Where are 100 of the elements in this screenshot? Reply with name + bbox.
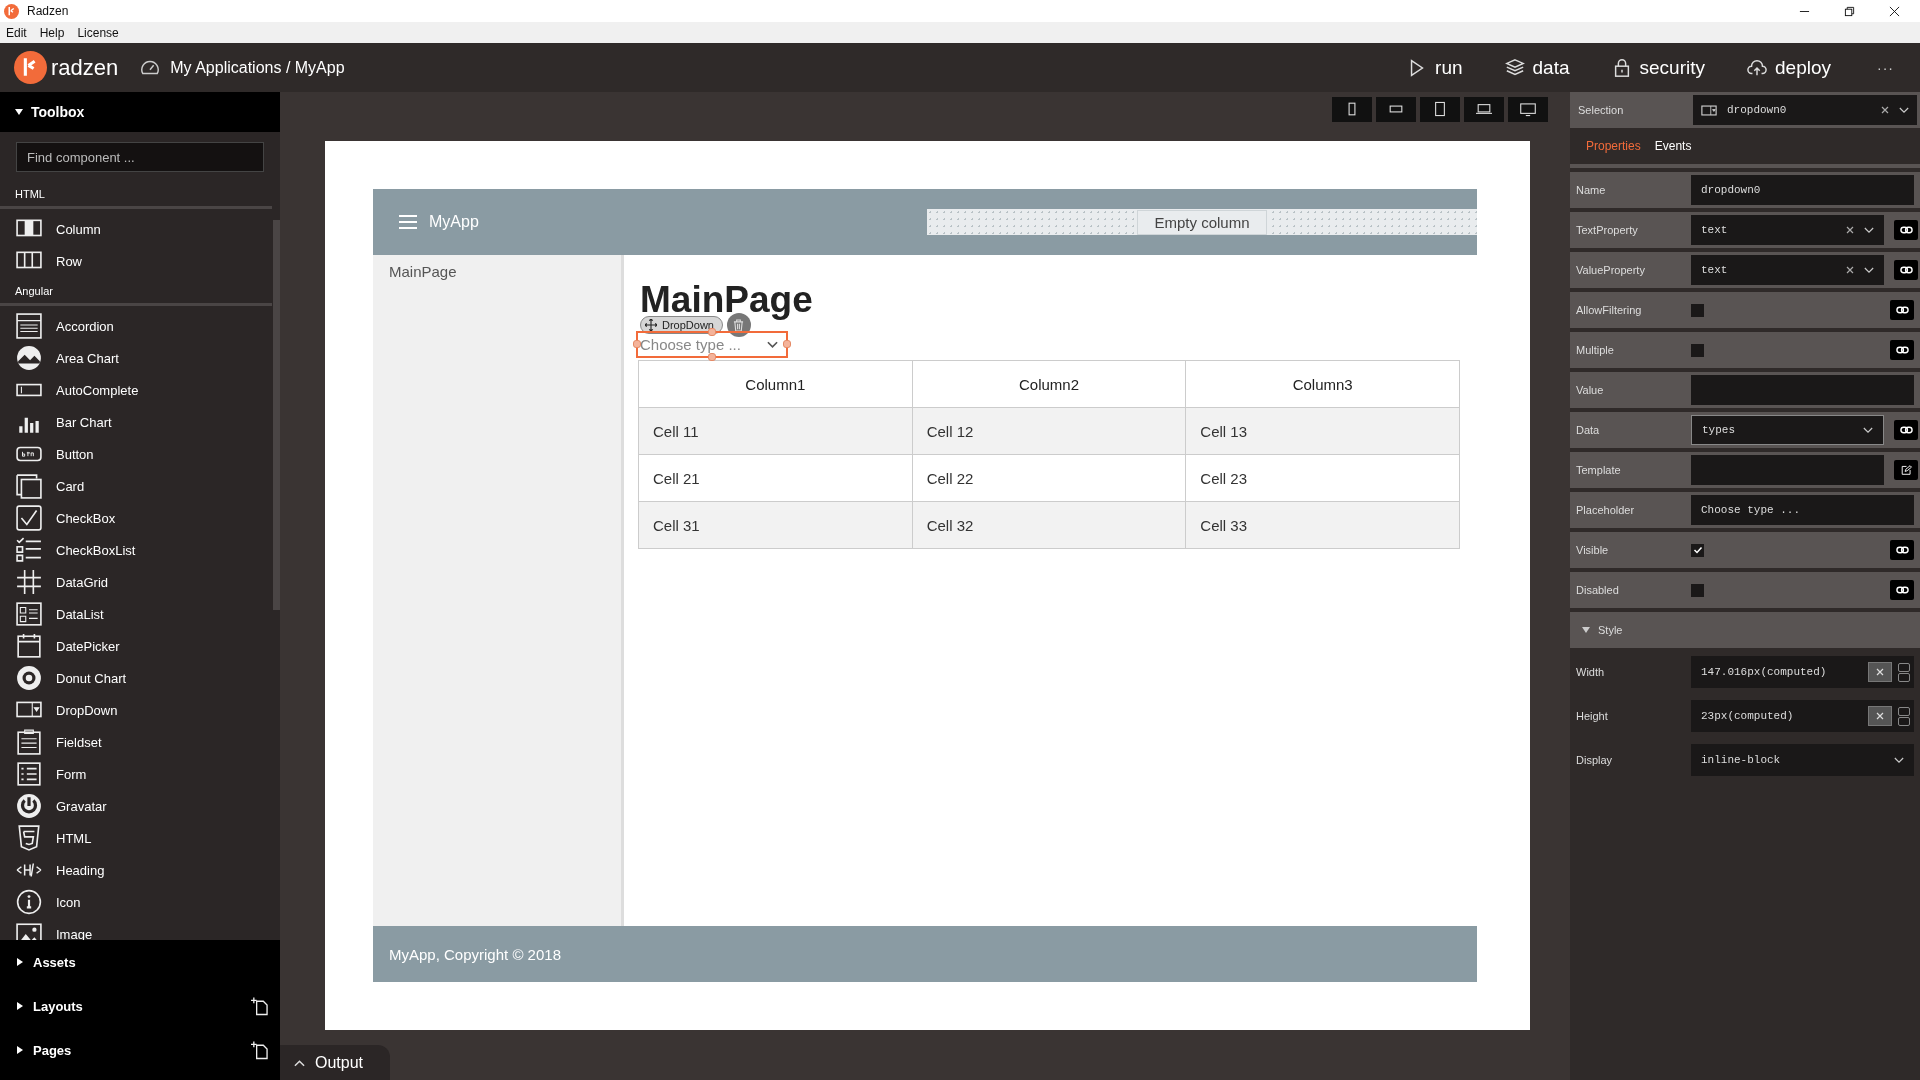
- toolbox-item[interactable]: Icon: [0, 886, 272, 918]
- panel-tab[interactable]: Properties: [1580, 137, 1647, 155]
- output-tab[interactable]: Output: [280, 1045, 390, 1080]
- device-button[interactable]: [1420, 96, 1460, 122]
- bind-button[interactable]: [1890, 300, 1914, 320]
- input-field[interactable]: [1691, 375, 1914, 405]
- bind-button[interactable]: [1894, 220, 1918, 240]
- toolbox-item[interactable]: Area Chart: [0, 342, 272, 374]
- device-button[interactable]: [1508, 96, 1548, 122]
- toolbox-item[interactable]: HTML: [0, 822, 272, 854]
- scrollbar[interactable]: [273, 220, 280, 610]
- bind-button[interactable]: [1894, 260, 1918, 280]
- chevron-down-icon[interactable]: [1864, 266, 1874, 274]
- toolbar-button[interactable]: security: [1593, 52, 1723, 83]
- clear-icon[interactable]: [1846, 226, 1854, 234]
- toolbox-item[interactable]: DropDown: [0, 694, 272, 726]
- toolbox-item[interactable]: Button: [0, 438, 272, 470]
- restore-icon[interactable]: [1844, 5, 1855, 17]
- toolbox-item[interactable]: CheckBoxList: [0, 534, 272, 566]
- size-field[interactable]: 147.016px(computed): [1691, 656, 1914, 688]
- device-button[interactable]: [1376, 96, 1416, 122]
- chevron-down-icon[interactable]: [1894, 756, 1904, 764]
- select-field[interactable]: inline-block: [1691, 744, 1914, 776]
- clear-button[interactable]: [1868, 662, 1892, 682]
- bind-button[interactable]: [1890, 540, 1914, 560]
- panel-header[interactable]: Assets: [0, 940, 280, 984]
- edit-button[interactable]: [1894, 460, 1918, 480]
- selection-dropdown[interactable]: dropdown0: [1693, 95, 1917, 125]
- toolbox-item[interactable]: Form: [0, 758, 272, 790]
- checkbox-icon: [16, 505, 42, 531]
- panel-header[interactable]: Pages: [0, 1028, 280, 1072]
- chevron-down-icon[interactable]: [1899, 106, 1909, 114]
- bind-button[interactable]: [1890, 340, 1914, 360]
- panel-tab[interactable]: Events: [1648, 137, 1698, 155]
- toolbox-item[interactable]: DataGrid: [0, 566, 272, 598]
- toolbox-item[interactable]: Donut Chart: [0, 662, 272, 694]
- app-title: MyApp: [429, 213, 479, 231]
- toolbox-item[interactable]: Row: [0, 245, 272, 277]
- toolbox-item[interactable]: Fieldset: [0, 726, 272, 758]
- menu-item[interactable]: Edit: [6, 25, 27, 40]
- toolbar-button[interactable]: run: [1389, 52, 1481, 83]
- chevron-down-icon[interactable]: [1864, 226, 1874, 234]
- select-field[interactable]: text: [1691, 255, 1884, 285]
- toolbox-item[interactable]: Column: [0, 213, 272, 245]
- bind-button[interactable]: [1894, 420, 1918, 440]
- logo-text[interactable]: radzen: [51, 54, 119, 81]
- grid-icon: [16, 569, 42, 595]
- toolbox-item[interactable]: AutoComplete: [0, 374, 272, 406]
- select-field[interactable]: text: [1691, 215, 1884, 245]
- selection-value: dropdown0: [1727, 104, 1788, 116]
- toolbox-item[interactable]: Accordion: [0, 310, 272, 342]
- size-field[interactable]: 23px(computed): [1691, 700, 1914, 732]
- toolbox-item[interactable]: CheckBox: [0, 502, 272, 534]
- toolbox-item[interactable]: Card: [0, 470, 272, 502]
- chevron-down-icon[interactable]: [1863, 426, 1873, 434]
- form-icon: [16, 761, 42, 787]
- breadcrumb[interactable]: My Applications / MyApp: [170, 58, 345, 77]
- toolbox-item[interactable]: DataList: [0, 598, 272, 630]
- select-field[interactable]: types: [1691, 415, 1884, 445]
- search-field[interactable]: Find component ...: [16, 142, 264, 172]
- template-field[interactable]: [1691, 455, 1884, 485]
- nav-link[interactable]: MainPage: [389, 263, 457, 280]
- menu-icon[interactable]: [399, 215, 417, 229]
- edit-icon: [1899, 465, 1913, 475]
- property-label: Data: [1575, 424, 1601, 436]
- resize-handle[interactable]: [633, 340, 641, 348]
- close-icon[interactable]: [1889, 5, 1900, 17]
- checkbox[interactable]: [1691, 543, 1704, 557]
- menu-item[interactable]: Help: [39, 25, 65, 40]
- toolbox-item[interactable]: DatePicker: [0, 630, 272, 662]
- spinner-icon[interactable]: [1898, 706, 1910, 726]
- add-page-icon[interactable]: [251, 1040, 268, 1060]
- spinner-icon[interactable]: [1898, 662, 1910, 682]
- clear-button[interactable]: [1868, 706, 1892, 726]
- toolbox-item[interactable]: Gravatar: [0, 790, 272, 822]
- menu-item[interactable]: License: [77, 25, 119, 40]
- table-cell: Cell 32: [912, 501, 1186, 549]
- property-label: AllowFiltering: [1575, 304, 1643, 316]
- bind-button[interactable]: [1890, 580, 1914, 600]
- toolbar-button[interactable]: data: [1486, 52, 1588, 83]
- checkbox[interactable]: [1691, 583, 1704, 597]
- clear-icon[interactable]: [1846, 266, 1854, 274]
- field-value: Choose type ...: [1701, 504, 1801, 516]
- input-field[interactable]: Choose type ...: [1691, 495, 1914, 525]
- style-section-header[interactable]: Style: [1570, 612, 1920, 648]
- checkbox[interactable]: [1691, 303, 1704, 317]
- toolbox-item[interactable]: Heading: [0, 854, 272, 886]
- toolbox-item[interactable]: Bar Chart: [0, 406, 272, 438]
- more-button[interactable]: ···: [1871, 58, 1900, 77]
- toolbox-header[interactable]: Toolbox: [0, 92, 280, 132]
- toolbar-button[interactable]: deploy: [1729, 52, 1849, 83]
- checkbox[interactable]: [1691, 343, 1704, 357]
- input-field[interactable]: dropdown0: [1691, 175, 1914, 205]
- resize-handle[interactable]: [783, 340, 791, 348]
- add-page-icon[interactable]: [251, 996, 268, 1016]
- device-button[interactable]: [1332, 96, 1372, 122]
- clear-icon[interactable]: [1881, 106, 1889, 114]
- link-icon: [1899, 425, 1913, 435]
- panel-header[interactable]: Layouts: [0, 984, 280, 1028]
- device-button[interactable]: [1464, 96, 1504, 122]
